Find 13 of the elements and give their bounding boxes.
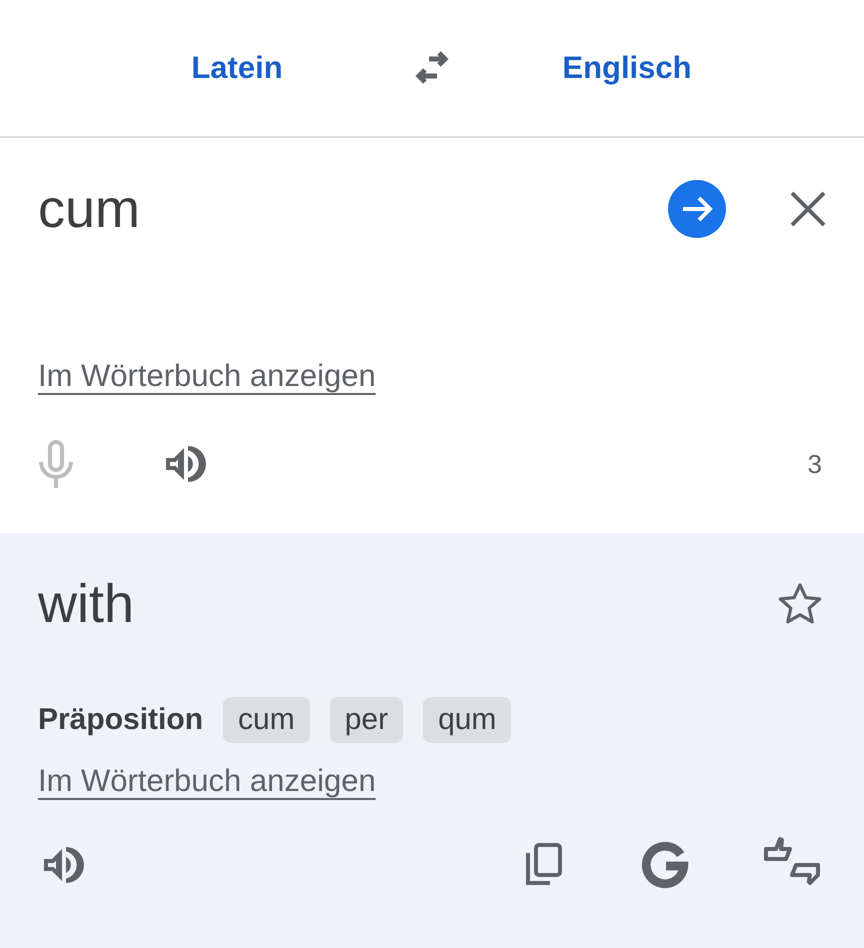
dictionary-link[interactable]: Im Wörterbuch anzeigen — [38, 358, 376, 394]
part-of-speech-label: Präposition — [38, 703, 204, 737]
source-text[interactable]: cum — [38, 178, 668, 240]
target-language-button[interactable]: Englisch — [457, 42, 797, 94]
synonym-chip[interactable]: cum — [223, 697, 310, 743]
g-logo-icon[interactable] — [640, 840, 690, 890]
synonym-chip[interactable]: per — [330, 697, 404, 743]
dictionary-link[interactable]: Im Wörterbuch anzeigen — [38, 763, 376, 799]
synonym-chip[interactable]: qum — [423, 697, 512, 743]
source-language-button[interactable]: Latein — [67, 42, 407, 94]
character-count: 3 — [808, 448, 822, 480]
translation-text: with — [38, 573, 136, 635]
close-icon[interactable] — [788, 189, 828, 229]
